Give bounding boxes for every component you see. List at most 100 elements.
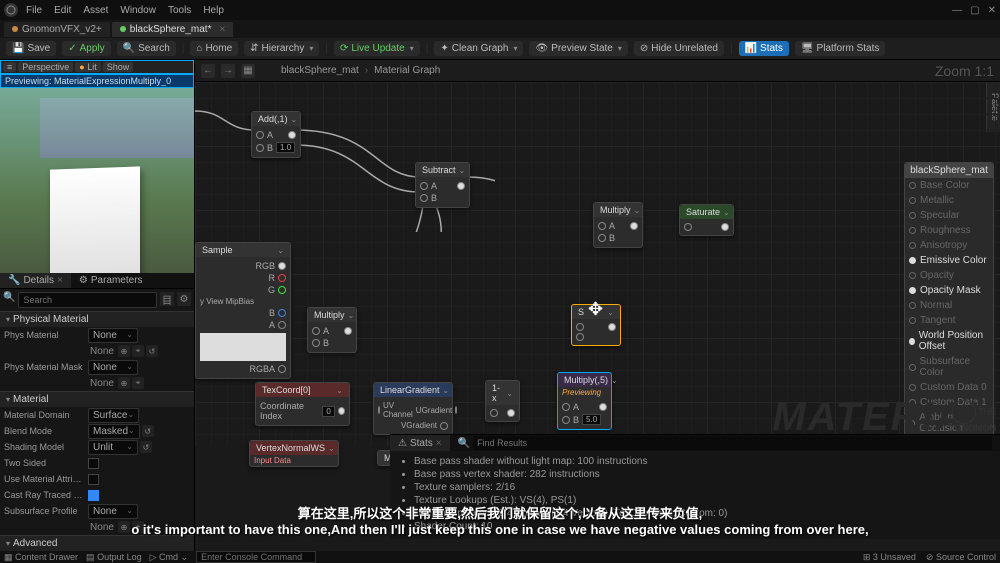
node-selected[interactable]: S bbox=[571, 304, 621, 346]
platformstats-button[interactable]: 🖥Platform Stats bbox=[795, 41, 886, 56]
tab-close-icon[interactable]: × bbox=[219, 24, 225, 35]
node-graph[interactable]: Add(,1) A B1.0 Subtract A B Multiply A bbox=[195, 82, 1000, 446]
viewport-menu-icon[interactable]: ≡ bbox=[3, 62, 16, 72]
hierarchy-button[interactable]: ⇵Hierarchy bbox=[244, 41, 319, 56]
node-texture-sample[interactable]: Sample RGB R G y View MipBias B A RGBA bbox=[195, 242, 291, 379]
close-icon[interactable]: ✕ bbox=[988, 5, 996, 16]
result-pin-opacity[interactable]: Opacity bbox=[905, 268, 993, 283]
nav-forward-icon[interactable]: → bbox=[221, 64, 235, 78]
settings-icon[interactable]: ⚙ bbox=[177, 292, 191, 306]
section-physical-material[interactable]: Physical Material bbox=[0, 311, 194, 327]
browse-asset-icon[interactable]: ⌖ bbox=[132, 377, 144, 389]
browse-asset-icon[interactable]: ⌖ bbox=[132, 345, 144, 357]
reset-icon[interactable]: ↺ bbox=[146, 345, 158, 357]
result-pin-opacity-mask[interactable]: Opacity Mask bbox=[905, 283, 993, 298]
menu-window[interactable]: Window bbox=[120, 5, 156, 16]
node-title: Subtract bbox=[416, 163, 469, 177]
result-pin-normal[interactable]: Normal bbox=[905, 298, 993, 313]
useattr-checkbox[interactable] bbox=[88, 474, 99, 485]
result-pin-anisotropy[interactable]: Anisotropy bbox=[905, 238, 993, 253]
use-asset-icon[interactable]: ⊕ bbox=[118, 345, 130, 357]
prop-castray-label: Cast Ray Traced Shad.. bbox=[4, 490, 84, 500]
result-pin-tangent[interactable]: Tangent bbox=[905, 313, 993, 328]
result-pin-custom-data-0[interactable]: Custom Data 0 bbox=[905, 380, 993, 395]
node-multiply-1[interactable]: Multiply A B bbox=[593, 202, 643, 248]
menu-help[interactable]: Help bbox=[203, 5, 224, 16]
viewport-show[interactable]: Show bbox=[103, 62, 134, 72]
node-saturate[interactable]: Saturate bbox=[679, 204, 734, 236]
node-multiply-preview[interactable]: Multiply(,5) Previewing A B5.0 bbox=[557, 372, 612, 430]
section-material[interactable]: Material bbox=[0, 391, 194, 407]
menu-asset[interactable]: Asset bbox=[83, 5, 108, 16]
search-button[interactable]: 🔍Search bbox=[117, 41, 176, 56]
use-asset-icon[interactable]: ⊕ bbox=[118, 521, 130, 533]
viewport-perspective[interactable]: Perspective bbox=[18, 62, 73, 72]
twosided-checkbox[interactable] bbox=[88, 458, 99, 469]
tab-stats[interactable]: ⚠Stats× bbox=[390, 435, 450, 451]
preview-viewport[interactable] bbox=[0, 88, 194, 273]
result-pin-subsurface-color[interactable]: Subsurface Color bbox=[905, 354, 993, 380]
home-button[interactable]: ⌂Home bbox=[190, 41, 238, 56]
left-panel: ≡ Perspective ● Lit Show Previewing: Mat… bbox=[0, 60, 195, 551]
node-multiply-2[interactable]: Multiply A B bbox=[307, 307, 357, 353]
shading-dropdown[interactable]: Unlit bbox=[88, 440, 138, 455]
stats-line: Texture samplers: 2/16 bbox=[414, 481, 990, 494]
castray-checkbox[interactable] bbox=[88, 490, 99, 501]
viewport-lit[interactable]: ● Lit bbox=[75, 62, 100, 72]
use-asset-icon[interactable]: ⊕ bbox=[118, 377, 130, 389]
filter-icon[interactable]: 目 bbox=[160, 292, 174, 306]
menu-edit[interactable]: Edit bbox=[54, 5, 71, 16]
node-texcoord[interactable]: TexCoord[0] Coordinate Index0 bbox=[255, 382, 350, 426]
details-search-input[interactable] bbox=[18, 292, 157, 308]
result-pin-roughness[interactable]: Roughness bbox=[905, 223, 993, 238]
tab-close-icon[interactable]: × bbox=[436, 438, 442, 449]
nav-graph-icon[interactable]: ▦ bbox=[241, 64, 255, 78]
reset-icon[interactable]: ↺ bbox=[140, 441, 152, 453]
tab-material[interactable]: blackSphere_mat*× bbox=[112, 22, 234, 37]
node-add[interactable]: Add(,1) A B1.0 bbox=[251, 111, 301, 158]
cleangraph-button[interactable]: ✦Clean Graph bbox=[434, 41, 523, 56]
node-subtract[interactable]: Subtract A B bbox=[415, 162, 470, 208]
stats-button[interactable]: 📊Stats bbox=[739, 41, 789, 56]
blend-dropdown[interactable]: Masked bbox=[88, 424, 140, 439]
breadcrumb-asset[interactable]: blackSphere_mat bbox=[281, 65, 359, 76]
broom-icon: ✦ bbox=[440, 43, 448, 54]
phys-mask-dropdown[interactable]: None bbox=[88, 360, 138, 375]
minimize-icon[interactable]: — bbox=[952, 5, 962, 16]
result-pin-world-position-offset[interactable]: World Position Offset bbox=[905, 328, 993, 354]
save-button[interactable]: 💾Save bbox=[6, 41, 56, 56]
breadcrumb-graph[interactable]: Material Graph bbox=[374, 65, 440, 76]
apply-button[interactable]: ✓Apply bbox=[62, 41, 110, 56]
console-input[interactable] bbox=[196, 551, 316, 563]
content-drawer-button[interactable]: ▦ Content Drawer bbox=[4, 552, 78, 563]
menu-tools[interactable]: Tools bbox=[168, 5, 191, 16]
tab-level[interactable]: GnomonVFX_v2+ bbox=[4, 22, 110, 37]
section-advanced[interactable]: Advanced bbox=[0, 535, 194, 551]
result-pin-metallic[interactable]: Metallic bbox=[905, 193, 993, 208]
output-log-button[interactable]: ▤ Output Log bbox=[86, 552, 142, 563]
result-pin-base-color[interactable]: Base Color bbox=[905, 178, 993, 193]
browse-asset-icon[interactable]: ⌖ bbox=[132, 521, 144, 533]
node-oneminus[interactable]: 1-x bbox=[485, 380, 520, 422]
maximize-icon[interactable]: ▢ bbox=[970, 5, 979, 16]
nav-back-icon[interactable]: ← bbox=[201, 64, 215, 78]
subsurface-dropdown[interactable]: None bbox=[88, 504, 138, 519]
find-input[interactable] bbox=[473, 436, 992, 450]
liveupdate-button[interactable]: ⟳Live Update bbox=[334, 41, 420, 56]
domain-dropdown[interactable]: Surface bbox=[88, 408, 139, 423]
tab-parameters[interactable]: ⚙Parameters bbox=[71, 273, 151, 288]
reset-icon[interactable]: ↺ bbox=[142, 425, 154, 437]
tab-details[interactable]: 🔧Details× bbox=[0, 273, 71, 288]
result-pin-emissive-color[interactable]: Emissive Color bbox=[905, 253, 993, 268]
phys-material-dropdown[interactable]: None bbox=[88, 328, 138, 343]
node-vertexnormal[interactable]: VertexNormalWS Input Data bbox=[249, 440, 339, 467]
tab-find-results[interactable]: 🔍 bbox=[450, 435, 1000, 451]
result-pin-specular[interactable]: Specular bbox=[905, 208, 993, 223]
previewstate-button[interactable]: 👁Preview State bbox=[529, 41, 627, 56]
source-control-button[interactable]: ⊘ Source Control bbox=[926, 552, 996, 563]
tab-close-icon[interactable]: × bbox=[57, 275, 63, 286]
menu-file[interactable]: File bbox=[26, 5, 42, 16]
unsaved-label[interactable]: ⊞ 3 Unsaved bbox=[863, 552, 916, 563]
node-lineargradient[interactable]: LinearGradient UV ChannelUGradient VGrad… bbox=[373, 382, 453, 435]
hideunrelated-button[interactable]: ⊘Hide Unrelated bbox=[634, 41, 724, 56]
